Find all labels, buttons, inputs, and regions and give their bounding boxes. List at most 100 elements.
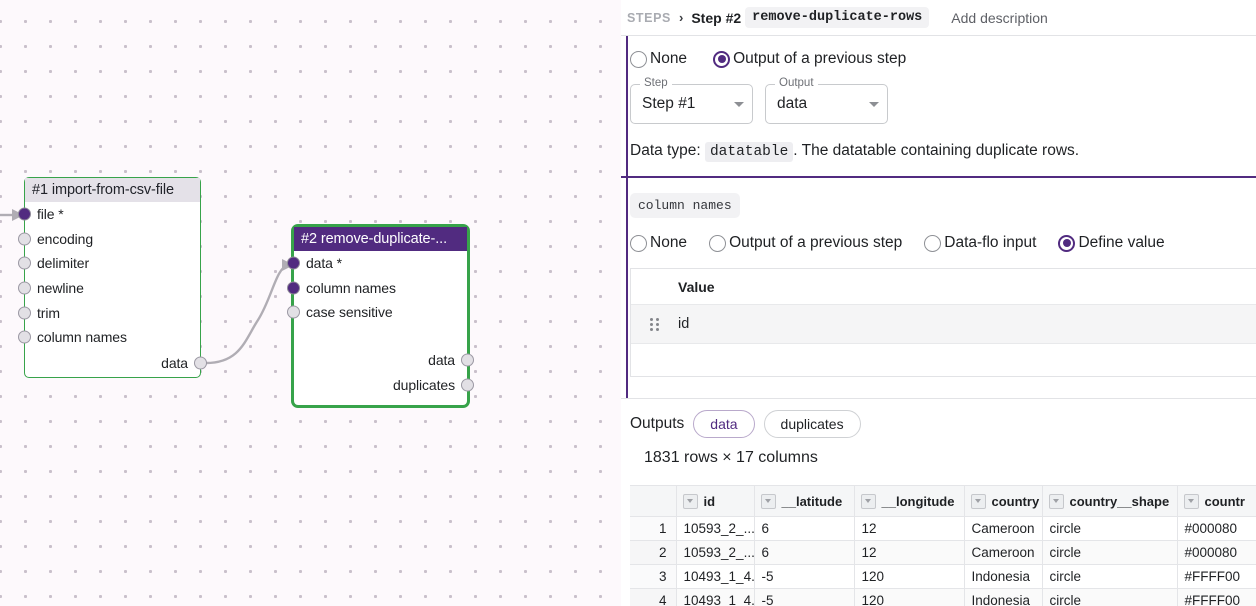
cell-latitude[interactable]: 6 <box>754 516 855 541</box>
cell-country[interactable]: Indonesia <box>964 564 1043 589</box>
port-dot-icon[interactable] <box>18 281 31 295</box>
chevron-down-icon[interactable] <box>869 101 879 107</box>
port-dot-icon[interactable] <box>18 256 31 270</box>
radio-none[interactable]: None <box>630 234 687 252</box>
column-header-country[interactable]: country <box>964 485 1043 517</box>
cell-longitude[interactable]: 120 <box>854 588 965 606</box>
radio-output-of-previous-step[interactable]: Output of a previous step <box>713 50 906 68</box>
flow-canvas[interactable]: #1 import-from-csv-file file * encoding … <box>0 0 621 606</box>
filter-icon[interactable] <box>1183 493 1199 509</box>
column-header-id[interactable]: id <box>676 485 755 517</box>
port-dot-icon[interactable] <box>18 207 31 221</box>
radio-none[interactable]: None <box>630 50 687 68</box>
row-number: 2 <box>630 540 677 565</box>
table-row[interactable]: 4 10493_1_4... -5 120 Indonesia circle #… <box>630 588 1256 606</box>
filter-icon[interactable] <box>970 493 986 509</box>
port-dot-icon[interactable] <box>461 353 474 367</box>
tab-output-data[interactable]: data <box>693 410 755 438</box>
column-header-country-color[interactable]: countr <box>1177 485 1256 517</box>
radio-data-flo-input[interactable]: Data-flo input <box>924 234 1036 252</box>
output-select-value: data <box>777 95 808 112</box>
flow-node-import-from-csv-file[interactable]: #1 import-from-csv-file file * encoding … <box>18 177 207 378</box>
cell-latitude[interactable]: -5 <box>754 588 855 606</box>
node-title: #2 remove-duplicate-... <box>294 227 467 251</box>
table-empty-row[interactable] <box>631 344 1256 376</box>
cell-country[interactable]: Indonesia <box>964 588 1043 606</box>
port-dot-icon[interactable] <box>18 232 31 246</box>
cell-country[interactable]: Cameroon <box>964 540 1043 565</box>
breadcrumb-step-name[interactable]: remove-duplicate-rows <box>745 7 930 28</box>
cell-country-shape[interactable]: circle <box>1042 588 1178 606</box>
value-cell[interactable]: id <box>678 316 689 332</box>
radio-circle-icon[interactable] <box>924 234 942 252</box>
radio-output-of-previous-step[interactable]: Output of a previous step <box>709 234 902 252</box>
node-input-port[interactable]: encoding <box>18 227 200 252</box>
table-row[interactable]: 3 10493_1_4... -5 120 Indonesia circle #… <box>630 564 1256 589</box>
port-dot-icon[interactable] <box>287 281 300 295</box>
drag-handle-icon[interactable] <box>631 317 678 331</box>
add-description-button[interactable]: Add description <box>951 10 1048 26</box>
filter-icon[interactable] <box>760 493 776 509</box>
node-output-port[interactable]: duplicates <box>294 372 474 397</box>
define-value-table: Value id <box>630 268 1256 377</box>
port-dot-icon[interactable] <box>194 356 207 370</box>
table-row[interactable]: 1 10593_2_... 6 12 Cameroon circle #0000… <box>630 516 1256 541</box>
cell-longitude[interactable]: 12 <box>854 540 965 565</box>
node-input-port[interactable]: column names <box>18 325 200 350</box>
node-input-port[interactable]: trim <box>18 300 200 325</box>
column-header-country-shape[interactable]: country__shape <box>1042 485 1178 517</box>
node-input-port[interactable]: case sensitive <box>287 300 467 325</box>
cell-id[interactable]: 10493_1_4... <box>676 588 755 606</box>
cell-country-color[interactable]: #FFFF00 <box>1177 564 1256 589</box>
chevron-down-icon[interactable] <box>734 101 744 107</box>
column-header-latitude[interactable]: __latitude <box>754 485 855 517</box>
table-row[interactable]: 2 10593_2_... 6 12 Cameroon circle #0000… <box>630 540 1256 565</box>
column-header-longitude[interactable]: __longitude <box>854 485 965 517</box>
port-dot-icon[interactable] <box>18 306 31 320</box>
node-input-port[interactable]: delimiter <box>18 251 200 276</box>
radio-circle-icon[interactable] <box>630 234 647 252</box>
row-number: 3 <box>630 564 677 589</box>
tab-output-duplicates[interactable]: duplicates <box>763 410 861 438</box>
table-row[interactable]: id <box>631 305 1256 344</box>
radio-circle-icon[interactable] <box>1058 234 1076 252</box>
port-dot-icon[interactable] <box>18 330 31 344</box>
filter-icon[interactable] <box>1048 493 1064 509</box>
cell-country-shape[interactable]: circle <box>1042 564 1178 589</box>
cell-country-shape[interactable]: circle <box>1042 540 1178 565</box>
cell-longitude[interactable]: 12 <box>854 516 965 541</box>
node-output-port[interactable]: data <box>294 348 474 373</box>
radio-circle-icon[interactable] <box>713 50 731 68</box>
port-dot-icon[interactable] <box>461 378 474 392</box>
cell-id[interactable]: 10593_2_... <box>676 516 755 541</box>
radio-label: None <box>650 50 688 67</box>
radio-circle-icon[interactable] <box>630 50 647 68</box>
cell-longitude[interactable]: 120 <box>854 564 965 589</box>
cell-id[interactable]: 10493_1_4... <box>676 564 755 589</box>
cell-latitude[interactable]: 6 <box>754 540 855 565</box>
output-select[interactable]: Output data <box>765 77 888 124</box>
port-label: data * <box>306 255 342 272</box>
cell-country-color[interactable]: #000080 <box>1177 516 1256 541</box>
node-input-port[interactable]: file * <box>18 202 200 227</box>
node-output-port[interactable]: data <box>25 350 207 377</box>
cell-country-color[interactable]: #000080 <box>1177 540 1256 565</box>
node-input-port[interactable]: data * <box>287 251 467 276</box>
radio-circle-icon[interactable] <box>709 234 727 252</box>
node-input-port[interactable]: column names <box>287 276 467 301</box>
node-input-port[interactable]: newline <box>18 276 200 301</box>
radio-define-value[interactable]: Define value <box>1058 234 1165 252</box>
result-data-grid[interactable]: id __latitude __longitude country countr… <box>630 485 1256 606</box>
flow-node-remove-duplicate-rows[interactable]: #2 remove-duplicate-... data * column na… <box>287 224 474 408</box>
filter-icon[interactable] <box>682 493 698 509</box>
cell-id[interactable]: 10593_2_... <box>676 540 755 565</box>
cell-country-color[interactable]: #FFFF00 <box>1177 588 1256 606</box>
cell-country[interactable]: Cameroon <box>964 516 1043 541</box>
cell-country-shape[interactable]: circle <box>1042 516 1178 541</box>
cell-latitude[interactable]: -5 <box>754 564 855 589</box>
port-dot-icon[interactable] <box>287 305 300 319</box>
port-dot-icon[interactable] <box>287 256 300 270</box>
filter-icon[interactable] <box>860 493 876 509</box>
breadcrumb-steps-link[interactable]: STEPS <box>627 11 671 25</box>
step-select[interactable]: Step Step #1 <box>630 77 753 124</box>
